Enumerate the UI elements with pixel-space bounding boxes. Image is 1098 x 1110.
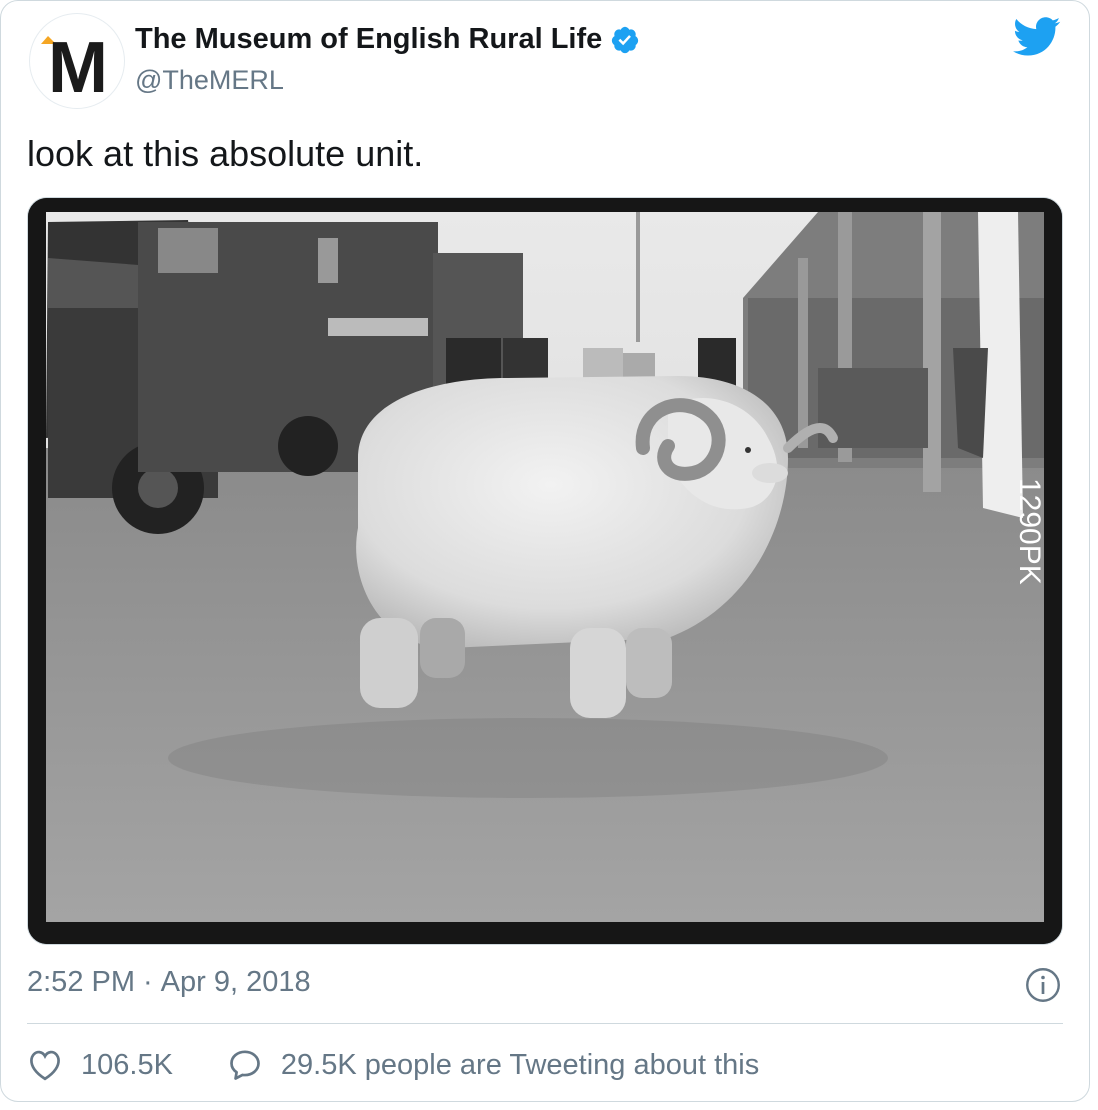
conversation-label: 29.5K people are Tweeting about this: [280, 1048, 760, 1081]
account-handle[interactable]: @TheMERL: [135, 65, 284, 96]
svg-text:1290PK: 1290PK: [1013, 478, 1046, 585]
timestamp-separator: ·: [143, 966, 153, 998]
tweet-text: look at this absolute unit.: [27, 133, 424, 174]
avatar[interactable]: M: [29, 13, 125, 109]
display-name[interactable]: The Museum of English Rural Life: [135, 23, 602, 56]
tweet-time: 2:52 PM: [27, 966, 135, 998]
timestamp[interactable]: 2:52 PM · Apr 9, 2018: [27, 966, 311, 999]
tweet-photo[interactable]: 1290PK: [27, 197, 1063, 945]
ram-photo-image: 1290PK: [28, 198, 1062, 944]
avatar-letter: M: [48, 28, 108, 108]
account-name-row: The Museum of English Rural Life: [135, 23, 640, 56]
heart-icon: [30, 1050, 60, 1081]
tweet-card: M The Museum of English Rural Life @TheM…: [0, 0, 1090, 1102]
tweet-date: Apr 9, 2018: [160, 966, 311, 998]
negative-number-label: 1290PK: [1013, 478, 1046, 585]
like-count: 106.5K: [81, 1048, 173, 1081]
like-button[interactable]: 106.5K: [27, 1047, 173, 1083]
divider: [27, 1023, 1063, 1024]
twitter-bird-icon[interactable]: [1013, 17, 1061, 57]
conversation-button[interactable]: 29.5K people are Tweeting about this: [227, 1047, 759, 1083]
tweet-actions: 106.5K 29.5K people are Tweeting about t…: [27, 1047, 759, 1083]
verified-badge-icon: [612, 26, 639, 53]
info-icon[interactable]: [1025, 967, 1061, 1003]
speech-bubble-icon: [230, 1050, 260, 1080]
